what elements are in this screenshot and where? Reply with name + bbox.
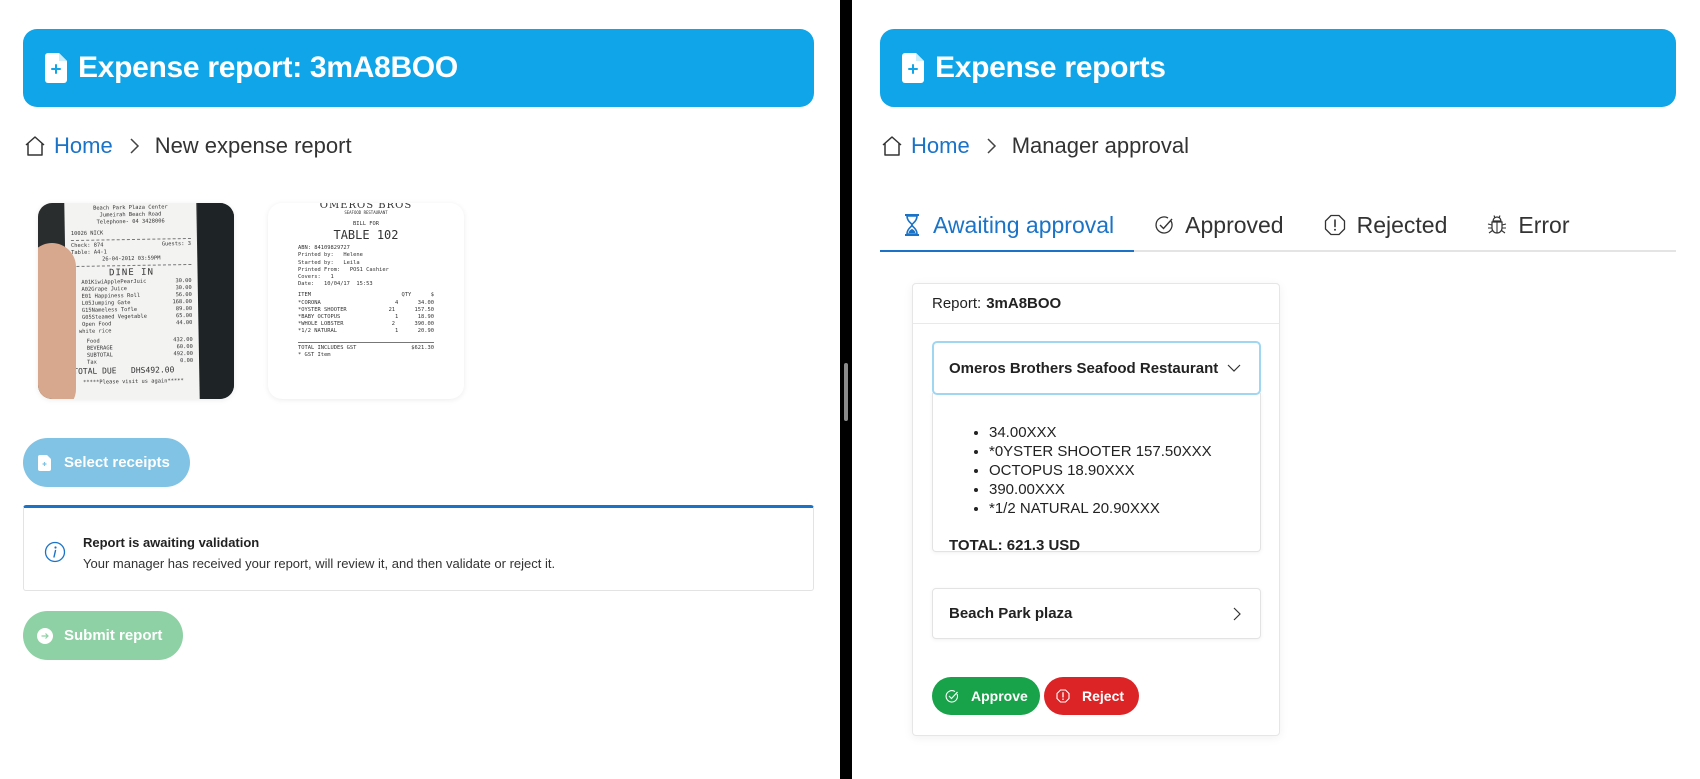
select-receipts-label: Select receipts [64, 454, 170, 471]
submit-report-button[interactable]: Submit report [23, 611, 183, 660]
receipt-summary: Food 432.00 BEVERAGE 60.00 SUBTOTAL 492.00 Tax… [73, 337, 193, 367]
receipt-paper: Beach Park Plaza Center Jumeirah Beach R… [64, 203, 200, 399]
receipt-thumbnail-beach-park[interactable]: Beach Park Plaza Center Jumeirah Beach R… [38, 203, 234, 399]
receipt-line: Date: 10/04/17 15:53 [298, 281, 373, 288]
receipt-line: Printed by: Helene [298, 252, 363, 259]
expense-item-list: 34.00XXX *0YSTER SHOOTER 157.50XXX OCTOP… [969, 423, 1212, 518]
chevron-down-icon [1227, 364, 1241, 372]
approve-button[interactable]: Approve [932, 677, 1040, 715]
page-title: Expense reports [935, 51, 1166, 84]
receipt-line: *OYSTER SHOOTER 21 157.50 [298, 306, 434, 313]
status-tabs: Awaiting approval Approved Rejected Erro… [880, 200, 1676, 252]
expense-total: TOTAL: 621.3 USD [949, 537, 1081, 554]
submit-report-label: Submit report [64, 627, 163, 644]
bug-icon [1488, 215, 1507, 234]
receipt-line: white rice [72, 328, 112, 336]
breadcrumb-home-link[interactable]: Home [54, 133, 113, 159]
home-icon[interactable] [24, 135, 46, 157]
accordion-header-beach-park[interactable]: Beach Park plaza [932, 588, 1261, 639]
breadcrumb: Home Manager approval [881, 133, 1189, 159]
receipt-thumbnails: Beach Park Plaza Center Jumeirah Beach R… [38, 203, 464, 399]
alert-body: Your manager has received your report, w… [83, 556, 556, 571]
chevron-right-icon [1233, 607, 1241, 621]
divider-handle[interactable] [844, 363, 848, 421]
report-card: Report: 3mA8BOO Omeros Brothers Seafood … [912, 283, 1280, 736]
tab-awaiting-approval[interactable]: Awaiting approval [880, 200, 1135, 252]
chevron-right-icon [130, 138, 139, 154]
status-alert: Report is awaiting validation Your manag… [23, 505, 814, 591]
file-plus-icon [902, 53, 924, 83]
receipt-items: 1 A01KiwiApplePearJuic 30.00 1 A02Grape Ju… [72, 278, 193, 336]
home-icon[interactable] [881, 135, 903, 157]
exclamation-octagon-icon [1324, 214, 1345, 236]
breadcrumb-home-link[interactable]: Home [911, 133, 970, 159]
breadcrumb-current: Manager approval [1011, 133, 1190, 158]
expense-item: *1/2 NATURAL 20.90XXX [989, 499, 1212, 518]
page-header: Expense report: 3mA8BOO [23, 29, 814, 107]
expense-item: OCTOPUS 18.90XXX [989, 461, 1212, 480]
expense-item: 34.00XXX [989, 423, 1212, 442]
receipt-line: ITEM QTY $ [298, 292, 434, 299]
info-icon [44, 541, 66, 563]
file-plus-icon [45, 53, 67, 83]
receipt-line: Covers: 1 [298, 274, 334, 281]
receipt-paper: OMEROS BROS SEAFOOD RESTAURANT BILL FOR … [296, 203, 436, 399]
exclamation-octagon-icon [1056, 689, 1070, 703]
receipt-line: Printed From: POS1 Cashier [298, 266, 389, 273]
page-title: Expense report: 3mA8BOO [78, 51, 458, 84]
check-circle-icon [1155, 216, 1173, 234]
employee-pane: Expense report: 3mA8BOO Home New expense… [0, 0, 840, 779]
receipt-line: *1/2 NATURAL 1 20.90 [298, 328, 434, 335]
manager-pane: Expense reports Home Manager approval Aw… [852, 0, 1700, 779]
accordion-body-omeros: 34.00XXX *0YSTER SHOOTER 157.50XXX OCTOP… [932, 393, 1261, 554]
report-id: 3mA8BOO [986, 295, 1062, 312]
select-receipts-button[interactable]: Select receipts [23, 438, 190, 487]
check-circle-icon [945, 690, 959, 703]
tab-error[interactable]: Error [1467, 200, 1589, 250]
receipt-line: Started by: Leila [298, 259, 360, 266]
receipt-line: *BABY OCTOPUS 1 18.90 [298, 314, 434, 321]
page-header: Expense reports [880, 29, 1676, 107]
file-plus-icon [38, 454, 51, 471]
receipt-line: ABN: 84109829727 [298, 245, 350, 252]
receipt-line: *WHOLE LOBSTER 2 390.00 [298, 321, 434, 328]
breadcrumb: Home New expense report [24, 133, 352, 159]
report-card-header: Report: 3mA8BOO [913, 284, 1279, 324]
hand-image [38, 243, 76, 399]
expense-item: *0YSTER SHOOTER 157.50XXX [989, 442, 1212, 461]
split-screen: Expense report: 3mA8BOO Home New expense… [0, 0, 1700, 779]
alert-title: Report is awaiting validation [83, 535, 260, 550]
arrow-right-circle-icon [37, 627, 53, 644]
reject-button[interactable]: Reject [1044, 677, 1139, 715]
breadcrumb-current: New expense report [154, 133, 352, 158]
accordion-header-omeros[interactable]: Omeros Brothers Seafood Restaurant [932, 341, 1261, 395]
split-divider[interactable] [840, 0, 852, 779]
expense-item: 390.00XXX [989, 480, 1212, 499]
hourglass-icon [905, 214, 919, 236]
tab-approved[interactable]: Approved [1134, 200, 1303, 250]
receipt-thumbnail-omeros[interactable]: OMEROS BROS SEAFOOD RESTAURANT BILL FOR … [268, 203, 464, 399]
receipt-line: *CORONA 4 34.00 [298, 299, 434, 306]
receipt-meta: ABN: 84109829727 Printed by: Helene Starte… [298, 245, 434, 288]
chevron-right-icon [987, 138, 996, 154]
receipt-items: ITEM QTY $ *CORONA 4 34.00 *OYSTER SHOOTER 21… [298, 292, 434, 335]
tab-rejected[interactable]: Rejected [1304, 200, 1468, 250]
